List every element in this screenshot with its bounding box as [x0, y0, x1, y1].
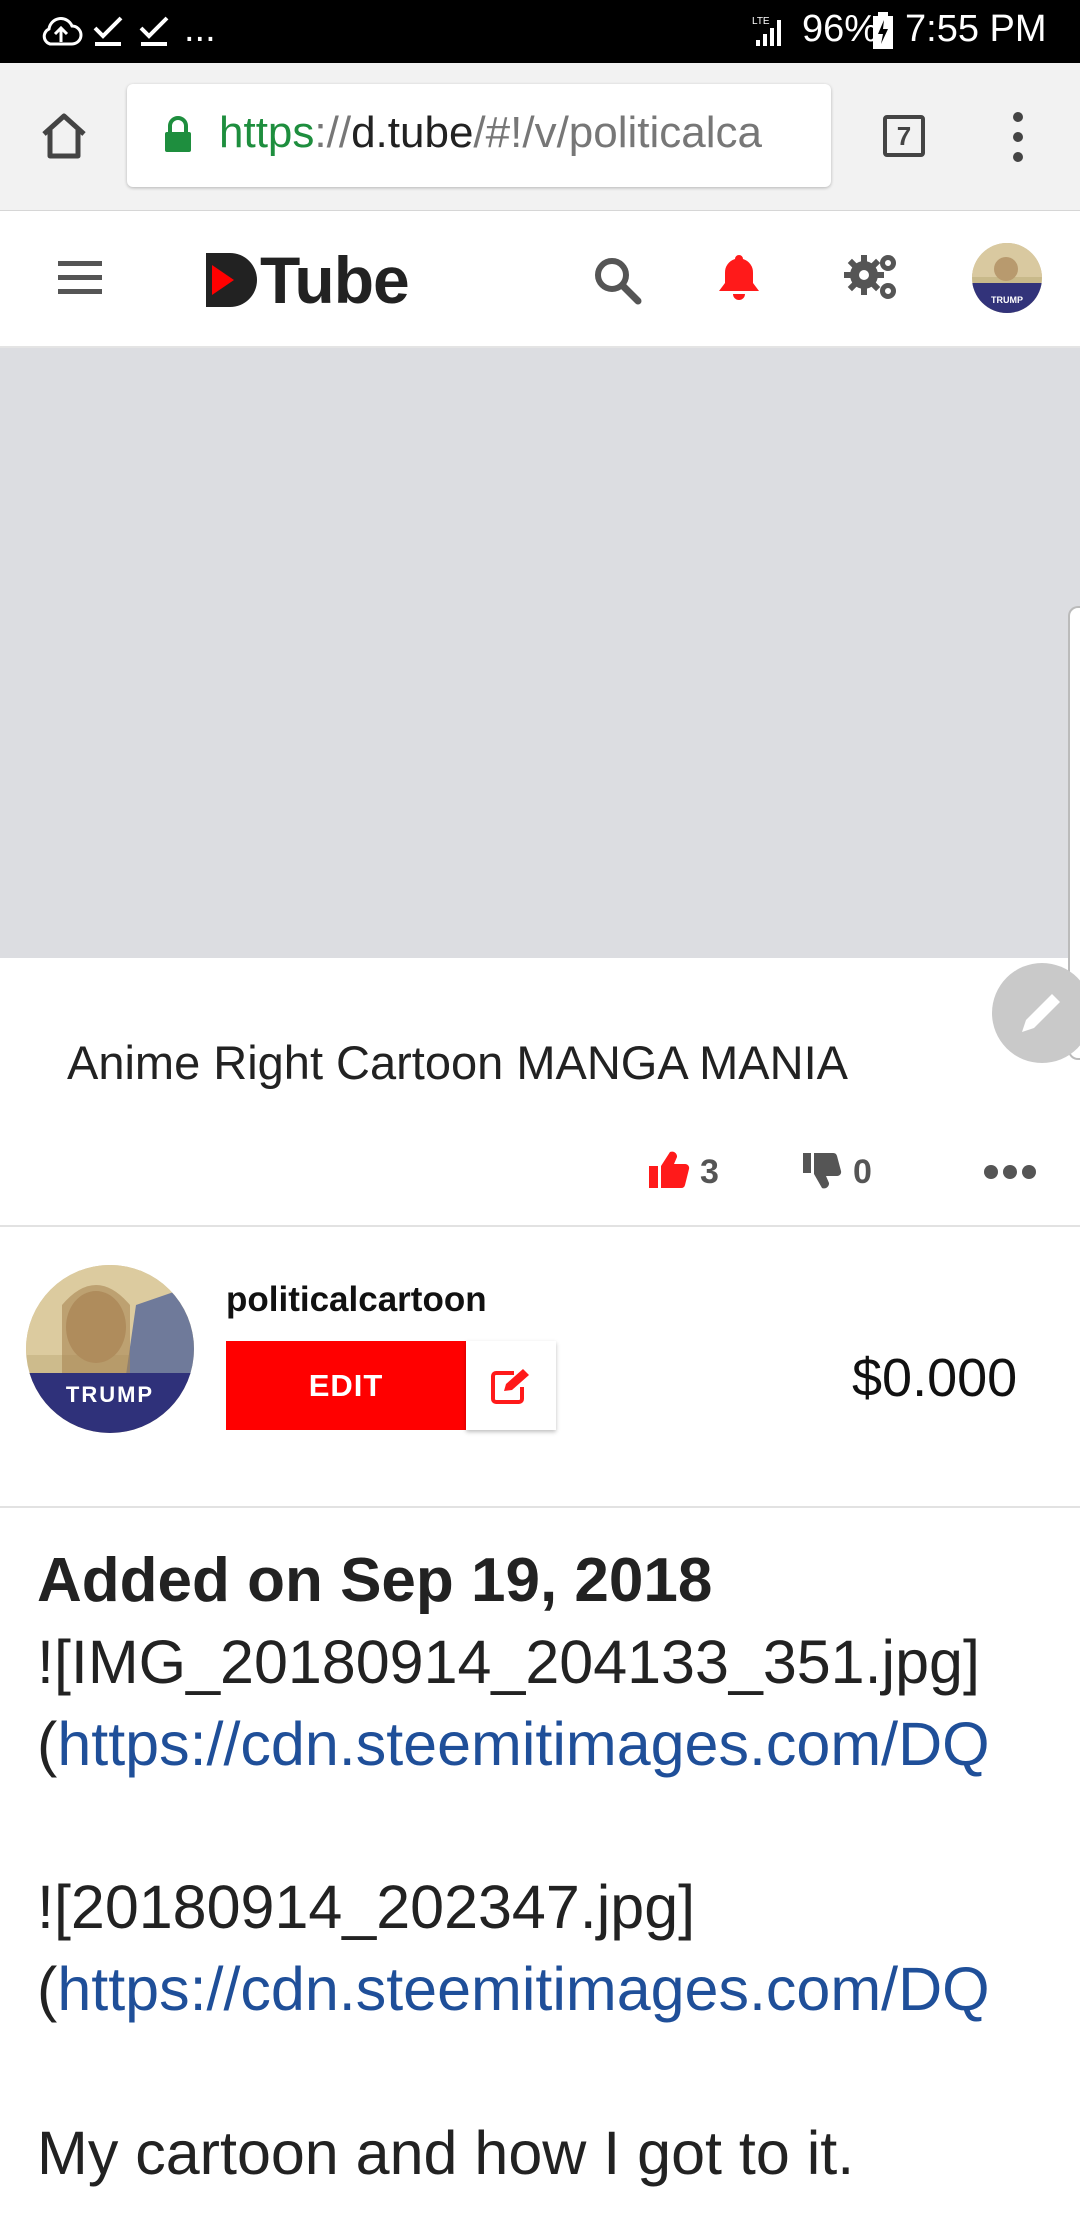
edit-square-icon: [491, 1368, 529, 1404]
notification-bell-icon[interactable]: [716, 251, 762, 303]
tab-count: 7: [896, 120, 912, 151]
hamburger-menu-icon[interactable]: [58, 258, 104, 298]
settings-gears-icon[interactable]: [842, 249, 902, 305]
image2-link[interactable]: https://cdn.steemitimages.com/DQ: [57, 1955, 989, 2023]
video-player[interactable]: [0, 348, 1080, 958]
paren: (: [37, 1710, 58, 1778]
user-avatar[interactable]: TRUMP: [972, 243, 1042, 313]
added-date: Added on Sep 19, 2018: [37, 1546, 713, 1615]
dislike-count: 0: [853, 1153, 872, 1191]
dtube-logo[interactable]: Tube: [204, 243, 410, 317]
home-icon[interactable]: [38, 110, 90, 162]
svg-text:LTE: LTE: [752, 16, 770, 27]
image1-link[interactable]: https://cdn.steemitimages.com/DQ: [57, 1710, 989, 1778]
tab-switcher-button[interactable]: 7: [883, 115, 925, 157]
author-name[interactable]: politicalcartoon: [226, 1280, 487, 1320]
video-title: Anime Right Cartoon MANGA MANIA: [67, 1036, 848, 1089]
payout-amount: $0.000: [852, 1348, 1018, 1408]
description-paragraph: My cartoon and how I got to it.: [37, 2119, 855, 2187]
divider: [0, 1225, 1080, 1227]
pencil-icon: [1022, 994, 1060, 1032]
more-options-icon[interactable]: [984, 1164, 1036, 1180]
edit-icon-button[interactable]: [466, 1341, 556, 1430]
notification-overflow: ...: [184, 8, 216, 50]
clock: 7:55 PM: [905, 8, 1047, 50]
image1-alt-text: ![IMG_20180914_204133_351.jpg]: [37, 1628, 980, 1696]
check-download-icon: [93, 16, 123, 46]
lock-icon: [165, 116, 191, 152]
image2-link-line: (https://cdn.steemitimages.com/DQ: [37, 1954, 990, 2024]
browser-toolbar: https://d.tube/#!/v/politicalca 7: [0, 63, 1080, 211]
search-icon[interactable]: [592, 255, 642, 305]
image2-alt-text: ![20180914_202347.jpg]: [37, 1873, 696, 1941]
thumbs-down-icon[interactable]: [802, 1152, 842, 1190]
logo-text: Tube: [260, 243, 410, 317]
status-bar: ... LTE 96% 7:55 PM: [0, 0, 1080, 63]
battery-charging-icon: [873, 12, 893, 49]
cloud-upload-icon: [42, 17, 83, 46]
url-host: d.tube: [351, 108, 474, 157]
floating-edit-button[interactable]: [992, 963, 1080, 1063]
more-vert-icon[interactable]: [1010, 111, 1026, 163]
svg-text:TRUMP: TRUMP: [991, 295, 1023, 305]
url-text: https://d.tube/#!/v/politicalca: [219, 108, 762, 158]
thumbs-up-icon[interactable]: [648, 1150, 690, 1190]
battery-percent: 96%: [802, 8, 879, 50]
app-header: Tube TRUMP: [0, 211, 1080, 348]
url-scheme: https: [219, 108, 315, 157]
avatar-text: TRUMP: [66, 1382, 154, 1407]
signal-lte-icon: LTE: [752, 16, 781, 46]
edit-button[interactable]: EDIT: [226, 1341, 466, 1430]
url-separator: ://: [314, 108, 352, 157]
check-download-icon: [139, 16, 169, 46]
url-bar[interactable]: https://d.tube/#!/v/politicalca: [127, 84, 831, 187]
author-avatar[interactable]: TRUMP: [26, 1265, 194, 1433]
url-path: /#!/v/politicalca: [473, 108, 762, 157]
divider: [0, 1506, 1080, 1508]
image1-link-line: (https://cdn.steemitimages.com/DQ: [37, 1709, 990, 1779]
dtube-logo-icon: [206, 253, 257, 307]
like-count: 3: [700, 1153, 719, 1191]
paren: (: [37, 1955, 58, 2023]
